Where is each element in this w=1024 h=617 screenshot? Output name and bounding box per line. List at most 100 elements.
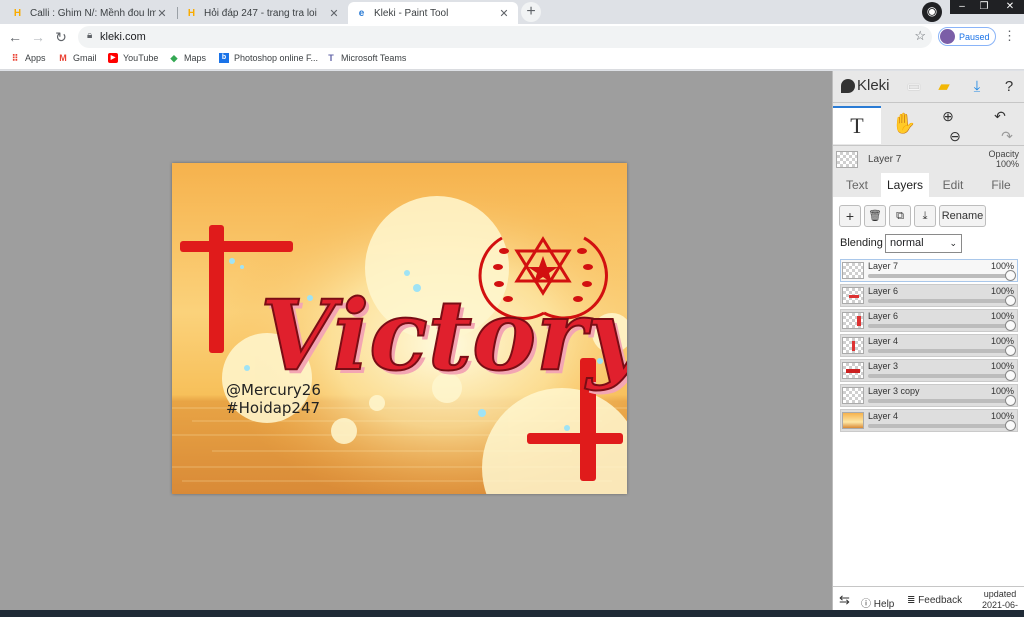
bookmark-teams[interactable]: T Microsoft Teams <box>326 53 406 63</box>
canvas-caption-2: #Hoidap247 <box>226 399 320 417</box>
layer-opacity-slider[interactable] <box>868 349 1009 353</box>
help-icon[interactable]: ? <box>998 77 1020 97</box>
layer-name: Layer 3 copy <box>868 386 920 396</box>
slider-knob[interactable] <box>1005 345 1016 356</box>
back-icon[interactable]: ← <box>6 28 24 46</box>
drawing-workspace[interactable]: Victory Victory @Mercury26 #Hoidap247 <box>0 71 832 617</box>
layer-opacity-slider[interactable] <box>868 299 1009 303</box>
duplicate-layer-icon[interactable]: ⧉ <box>889 205 911 227</box>
browser-menu-icon[interactable]: ⋮ <box>1003 28 1016 44</box>
browser-toolbar: ← → ↻ 🔒︎ kleki.com ☆ Paused <box>0 24 1024 50</box>
slider-knob[interactable] <box>1005 295 1016 306</box>
layer-opacity-slider[interactable] <box>868 274 1009 278</box>
rename-button[interactable]: Rename <box>939 205 986 227</box>
feedback-link[interactable]: ≣ Feedback <box>907 595 962 606</box>
layer-opacity-slider[interactable] <box>868 324 1009 328</box>
help-label: Help <box>873 599 895 610</box>
layer-name: Layer 4 <box>868 411 899 421</box>
close-tab-icon[interactable]: ✕ <box>328 7 340 20</box>
blending-value: normal <box>890 237 924 249</box>
hand-tool-icon[interactable]: ✋ <box>889 106 919 144</box>
drawing-canvas[interactable]: Victory Victory @Mercury26 #Hoidap247 <box>172 163 627 494</box>
opacity-value: 100% <box>995 159 1019 169</box>
bookmark-youtube[interactable]: ▶ YouTube <box>108 53 158 63</box>
forward-icon[interactable]: → <box>29 28 47 46</box>
browser-tab-hoidap[interactable]: H Hỏi đáp 247 - trang tra loi ✕ <box>178 2 348 24</box>
layer-item[interactable]: Layer 7 100% <box>840 259 1018 282</box>
minimize-icon[interactable]: – <box>950 0 974 14</box>
feedback-label: Feedback <box>918 595 963 606</box>
kleki-favicon-icon: e <box>358 7 365 19</box>
close-window-icon[interactable]: ✕ <box>996 0 1024 14</box>
layer-item[interactable]: Layer 4 100% <box>840 334 1018 357</box>
add-layer-icon[interactable]: + <box>839 205 861 227</box>
layer-opacity-slider[interactable] <box>868 399 1009 403</box>
close-tab-icon[interactable]: ✕ <box>156 7 168 20</box>
bookmark-photoshop[interactable]: b Photoshop online F... <box>219 53 318 63</box>
tab-edit[interactable]: Edit <box>929 173 977 197</box>
layer-item[interactable]: Layer 6 100% <box>840 309 1018 332</box>
bookmark-label: Photoshop online F... <box>234 53 319 63</box>
current-layer-info: Layer 7 Opacity 100% <box>833 147 1024 173</box>
bookmark-label: Maps <box>184 53 207 63</box>
layer-item[interactable]: Layer 4 100% <box>840 409 1018 432</box>
zoom-out-icon[interactable]: ⊖ <box>949 128 961 144</box>
tab-file[interactable]: File <box>977 173 1024 197</box>
canvas-artwork: Victory Victory @Mercury26 #Hoidap247 <box>172 163 627 494</box>
hoidap-favicon-icon: H <box>13 7 22 19</box>
history-icons[interactable]: ↶ ↷ <box>981 106 1019 144</box>
slider-knob[interactable] <box>1005 420 1016 431</box>
delete-layer-icon[interactable]: 🗑︎ <box>864 205 886 227</box>
blending-select[interactable]: normal ⌄ <box>885 234 962 253</box>
address-bar[interactable]: 🔒︎ kleki.com ☆ <box>78 26 932 48</box>
zoom-icons[interactable]: ⊕ ⊖ <box>931 106 965 144</box>
reload-icon[interactable]: ↻ <box>52 28 70 46</box>
kleki-logo: Kleki <box>841 77 890 94</box>
bookmark-label: Gmail <box>73 53 97 63</box>
current-layer-name: Layer 7 <box>868 154 902 165</box>
layer-name: Layer 6 <box>868 311 899 321</box>
zoom-in-icon[interactable]: ⊕ <box>942 108 954 124</box>
canvas-title-text: Victory <box>260 279 627 392</box>
close-tab-icon[interactable]: ✕ <box>498 7 510 20</box>
slider-knob[interactable] <box>1005 395 1016 406</box>
layer-thumbnail <box>842 387 864 404</box>
profile-button[interactable]: Paused <box>938 27 996 46</box>
bookmarks-bar: ⠿ Apps M Gmail ▶ YouTube ◆ Maps b Photos… <box>0 50 1024 70</box>
bookmark-gmail[interactable]: M Gmail <box>58 53 97 63</box>
new-tab-button[interactable]: + <box>521 2 541 22</box>
layer-name: Layer 3 <box>868 361 899 371</box>
bookmark-star-icon[interactable]: ☆ <box>914 28 926 44</box>
tab-text[interactable]: Text <box>833 173 881 197</box>
merge-down-icon[interactable]: ⤓ <box>914 205 936 227</box>
restore-icon[interactable]: ❐ <box>972 0 996 14</box>
download-icon[interactable]: ⤓ <box>966 77 988 97</box>
browser-tab-kleki[interactable]: e Kleki - Paint Tool ✕ <box>348 2 518 24</box>
browser-tab-calli[interactable]: H Calli : Ghim N/: Mềnh đou lm j c ✕ <box>4 2 176 24</box>
bookmark-maps[interactable]: ◆ Maps <box>169 53 206 63</box>
open-folder-icon[interactable]: ▰ <box>933 77 955 97</box>
help-link[interactable]: ⓘ Help <box>861 595 894 610</box>
redo-icon[interactable]: ↷ <box>1001 128 1013 144</box>
teams-icon: T <box>328 53 334 63</box>
layer-item[interactable]: Layer 6 100% <box>840 284 1018 307</box>
layer-item[interactable]: Layer 3 100% <box>840 359 1018 382</box>
tab-layers[interactable]: Layers <box>881 173 929 197</box>
swap-side-icon[interactable]: ⇆ <box>839 592 850 608</box>
layer-item[interactable]: Layer 3 copy 100% <box>840 384 1018 407</box>
layer-opacity-slider[interactable] <box>868 424 1009 428</box>
undo-icon[interactable]: ↶ <box>994 108 1006 124</box>
text-tool-icon[interactable]: T <box>833 106 881 144</box>
hoidap-favicon-icon: H <box>187 7 196 19</box>
layer-thumbnail <box>842 287 864 304</box>
slider-knob[interactable] <box>1005 320 1016 331</box>
layer-thumbnail <box>842 262 864 279</box>
slider-knob[interactable] <box>1005 270 1016 281</box>
new-image-icon[interactable]: ▭ <box>903 77 925 97</box>
bookmark-label: Apps <box>25 53 46 63</box>
layer-name: Layer 7 <box>868 261 899 271</box>
bookmark-apps[interactable]: ⠿ Apps <box>10 53 46 63</box>
media-control-icon[interactable]: ◉ <box>922 2 942 22</box>
layer-opacity-slider[interactable] <box>868 374 1009 378</box>
slider-knob[interactable] <box>1005 370 1016 381</box>
